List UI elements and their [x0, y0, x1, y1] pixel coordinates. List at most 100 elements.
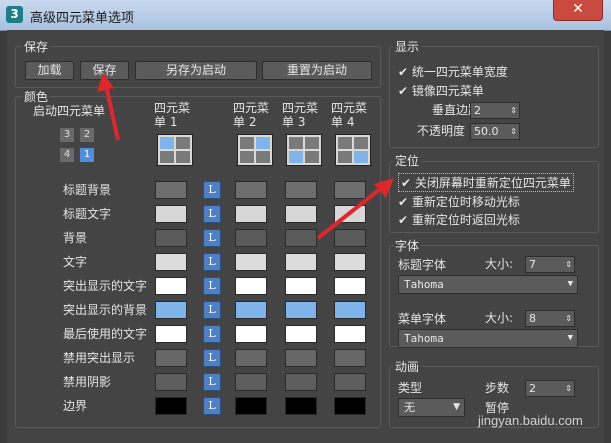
- quad-tile-4[interactable]: 4: [60, 148, 74, 162]
- quad-preview-2-icon[interactable]: [237, 134, 273, 166]
- load-button[interactable]: 加载: [25, 61, 74, 80]
- uniform-width-checkbox[interactable]: ✔ 统一四元菜单宽度: [398, 63, 508, 80]
- color-swatch-quad-1[interactable]: [155, 253, 187, 271]
- mirror-quad-label: 镜像四元菜单: [411, 84, 484, 98]
- title-font-label: 标题字体: [398, 258, 447, 272]
- move-cursor-checkbox[interactable]: ✔ 重新定位时移动光标: [398, 193, 520, 210]
- save-button[interactable]: 保存: [80, 61, 129, 80]
- save-as-startup-button[interactable]: 另存为启动: [135, 61, 257, 80]
- lock-all-quads-button[interactable]: L: [203, 229, 221, 247]
- color-swatch-quad-4[interactable]: [334, 397, 366, 415]
- lock-all-quads-button[interactable]: L: [203, 205, 221, 223]
- color-swatch-quad-4[interactable]: [334, 325, 366, 343]
- color-swatch-quad-2[interactable]: [235, 373, 267, 391]
- color-swatch-quad-3[interactable]: [285, 349, 317, 367]
- watermark: jingyan.baidu.com: [478, 413, 583, 428]
- color-swatch-quad-4[interactable]: [334, 301, 366, 319]
- color-swatch-quad-3[interactable]: [285, 253, 317, 271]
- color-swatch-quad-1[interactable]: [155, 229, 187, 247]
- color-swatch-quad-2[interactable]: [235, 397, 267, 415]
- anim-type-label: 类型: [398, 381, 423, 395]
- opacity-spinner[interactable]: 50.0 ⇕: [470, 123, 520, 140]
- color-swatch-quad-1[interactable]: [155, 397, 187, 415]
- color-row-label: 文字: [63, 255, 88, 269]
- lock-all-quads-button[interactable]: L: [203, 373, 221, 391]
- title-font-dropdown[interactable]: Tahoma ▼: [398, 275, 578, 294]
- color-swatch-quad-4[interactable]: [334, 253, 366, 271]
- color-row-label: 边界: [63, 399, 88, 413]
- color-swatch-quad-2[interactable]: [235, 205, 267, 223]
- startup-quad-label: 启动四元菜单: [33, 104, 106, 118]
- color-swatch-quad-1[interactable]: [155, 349, 187, 367]
- quad-tile-3[interactable]: 3: [60, 128, 74, 142]
- color-swatch-quad-4[interactable]: [334, 349, 366, 367]
- color-swatch-quad-2[interactable]: [235, 349, 267, 367]
- color-row-label: 禁用突出显示: [63, 351, 136, 365]
- lock-all-quads-button[interactable]: L: [203, 325, 221, 343]
- color-swatch-quad-1[interactable]: [155, 301, 187, 319]
- chevron-down-icon: ▼: [453, 402, 460, 412]
- app-icon: 3: [6, 6, 23, 23]
- color-swatch-quad-1[interactable]: [155, 181, 187, 199]
- color-row-label: 禁用阴影: [63, 375, 112, 389]
- quad-preview-1-icon[interactable]: [157, 134, 193, 166]
- color-row-label: 突出显示的文字: [63, 279, 148, 293]
- color-swatch-quad-1[interactable]: [155, 277, 187, 295]
- color-swatch-quad-3[interactable]: [285, 301, 317, 319]
- color-swatch-quad-2[interactable]: [235, 253, 267, 271]
- reposition-on-close-checkbox[interactable]: ✔ 关闭屏幕时重新定位四元菜单: [398, 173, 574, 192]
- color-swatch-quad-3[interactable]: [285, 373, 317, 391]
- color-swatch-quad-2[interactable]: [235, 325, 267, 343]
- quad-header-3: 四元菜 单 3: [282, 101, 319, 129]
- color-row-label: 标题背景: [63, 183, 112, 197]
- color-swatch-quad-4[interactable]: [334, 373, 366, 391]
- quad-tile-2[interactable]: 2: [80, 128, 94, 142]
- display-group-label: 显示: [393, 38, 422, 55]
- quad-preview-4-icon[interactable]: [335, 134, 371, 166]
- lock-all-quads-button[interactable]: L: [203, 301, 221, 319]
- color-swatch-quad-1[interactable]: [155, 325, 187, 343]
- color-swatch-quad-2[interactable]: [235, 301, 267, 319]
- color-swatch-quad-3[interactable]: [285, 397, 317, 415]
- lock-all-quads-button[interactable]: L: [203, 277, 221, 295]
- font-group-label: 字体: [393, 237, 422, 254]
- return-cursor-checkbox[interactable]: ✔ 重新定位时返回光标: [398, 211, 520, 228]
- color-swatch-quad-3[interactable]: [285, 277, 317, 295]
- anim-type-dropdown[interactable]: 无 ▼: [398, 398, 465, 417]
- quad-preview-3-icon[interactable]: [286, 134, 322, 166]
- lock-all-quads-button[interactable]: L: [203, 349, 221, 367]
- mirror-quad-checkbox[interactable]: ✔ 镜像四元菜单: [398, 82, 484, 99]
- return-cursor-label: 重新定位时返回光标: [411, 213, 520, 227]
- color-row-label: 最后使用的文字: [63, 327, 148, 341]
- color-swatch-quad-2[interactable]: [235, 181, 267, 199]
- color-swatch-quad-1[interactable]: [155, 205, 187, 223]
- close-icon: ✕: [572, 1, 584, 17]
- lock-all-quads-button[interactable]: L: [203, 397, 221, 415]
- color-swatch-quad-2[interactable]: [235, 229, 267, 247]
- menu-font-dropdown[interactable]: Tahoma ▼: [398, 329, 578, 348]
- menu-size-spinner[interactable]: 8 ⇕: [525, 310, 575, 327]
- color-swatch-quad-3[interactable]: [285, 229, 317, 247]
- color-swatch-quad-2[interactable]: [235, 277, 267, 295]
- color-swatch-quad-4[interactable]: [334, 181, 366, 199]
- anim-steps-spinner[interactable]: 2 ⇕: [525, 380, 575, 397]
- close-button[interactable]: ✕: [553, 0, 603, 21]
- vertical-margin-spinner[interactable]: 2 ⇕: [470, 102, 520, 119]
- color-swatch-quad-4[interactable]: [334, 229, 366, 247]
- animation-group-label: 动画: [393, 358, 422, 375]
- color-row-label: 背景: [63, 231, 88, 245]
- lock-all-quads-button[interactable]: L: [203, 181, 221, 199]
- color-swatch-quad-3[interactable]: [285, 181, 317, 199]
- opacity-label: 不透明度: [417, 124, 466, 138]
- color-swatch-quad-4[interactable]: [334, 205, 366, 223]
- color-swatch-quad-3[interactable]: [285, 325, 317, 343]
- color-swatch-quad-1[interactable]: [155, 373, 187, 391]
- quad-tile-1[interactable]: 1: [80, 148, 94, 162]
- color-swatch-quad-4[interactable]: [334, 277, 366, 295]
- color-swatch-quad-3[interactable]: [285, 205, 317, 223]
- save-group-label: 保存: [22, 38, 51, 55]
- lock-all-quads-button[interactable]: L: [203, 253, 221, 271]
- title-size-spinner[interactable]: 7 ⇕: [525, 256, 575, 273]
- reset-to-startup-button[interactable]: 重置为启动: [262, 61, 372, 80]
- chevron-down-icon: ▼: [567, 279, 573, 289]
